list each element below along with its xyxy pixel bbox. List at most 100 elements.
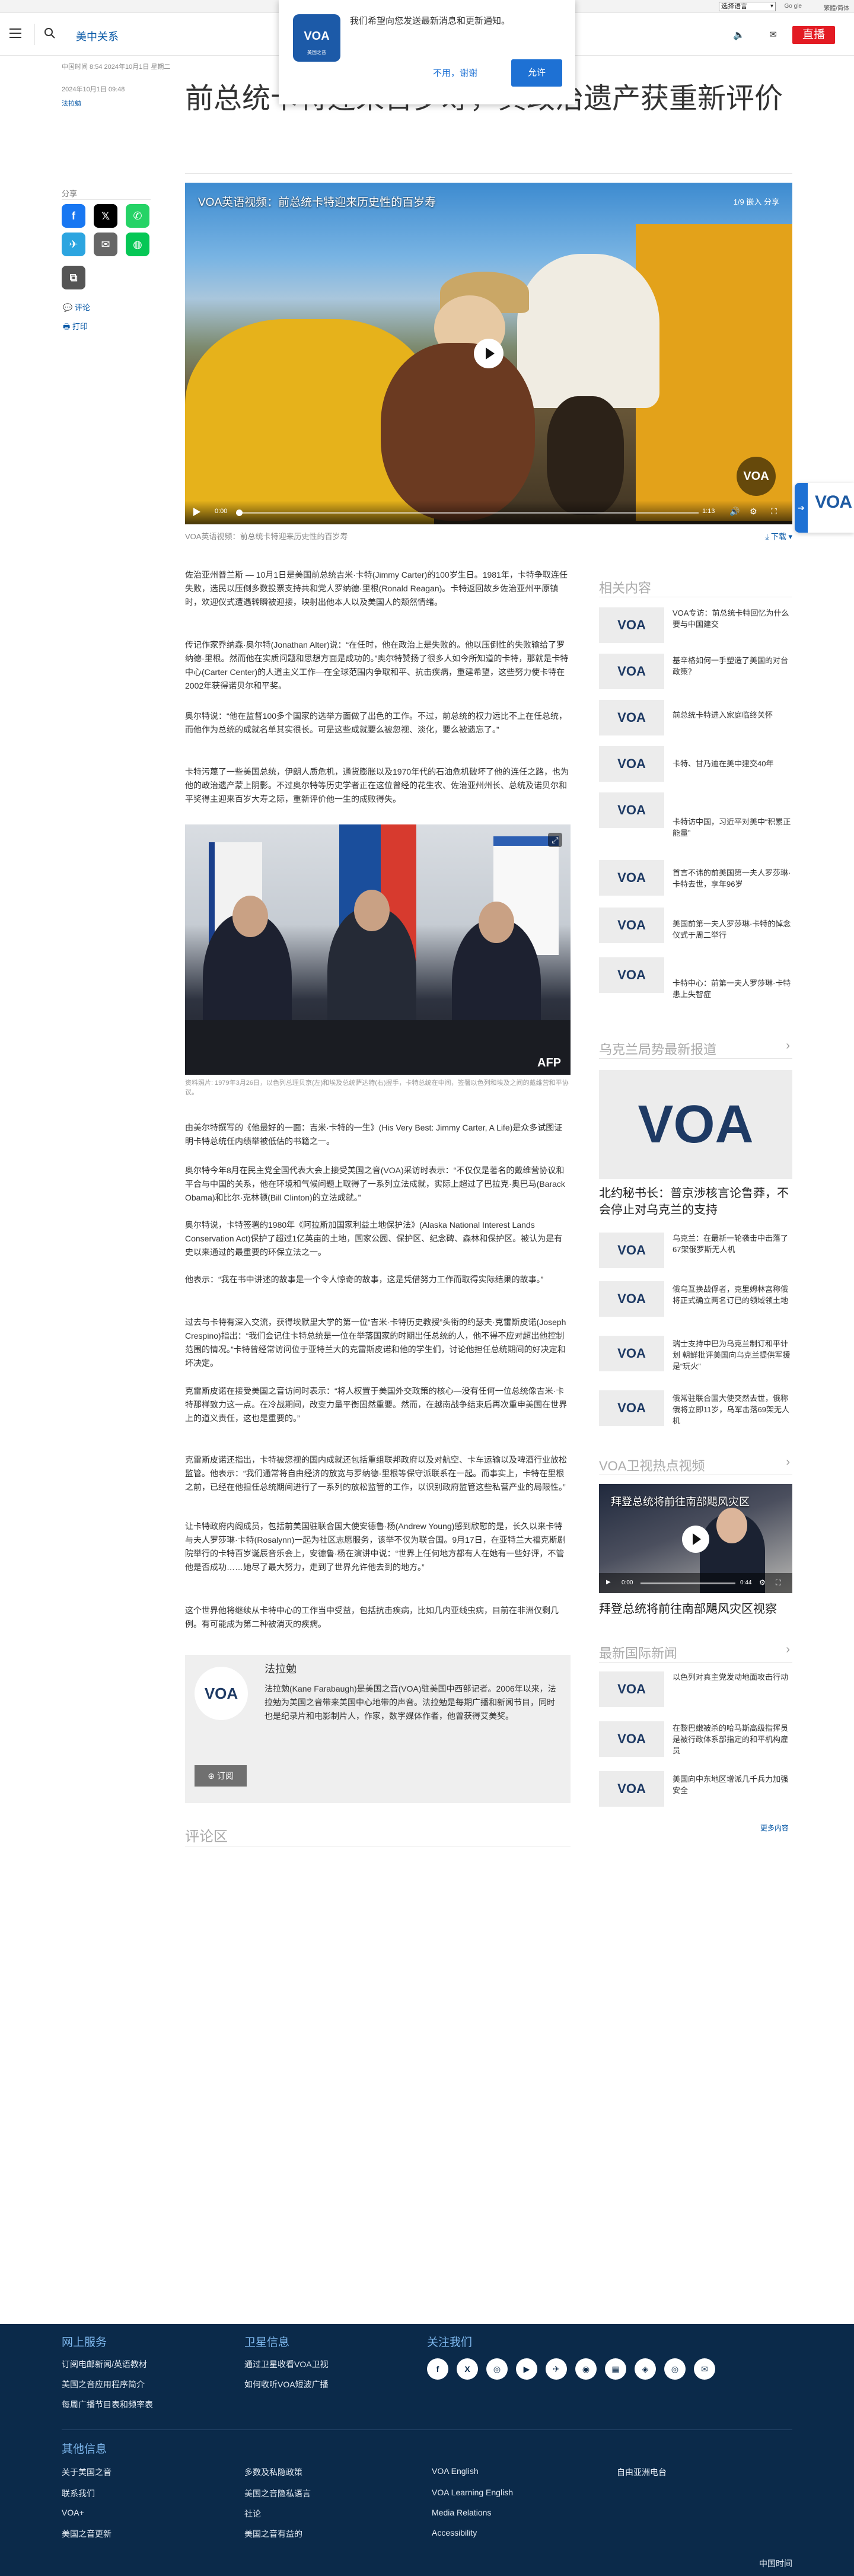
related-thumbnail[interactable]: VOA bbox=[599, 908, 664, 943]
copy-link-icon[interactable]: ⧉ bbox=[62, 266, 85, 289]
allow-button[interactable]: 允许 bbox=[511, 59, 562, 87]
intl-heading[interactable]: 最新国际新闻 › bbox=[599, 1643, 792, 1662]
comment-link[interactable]: 💬 评论 bbox=[63, 301, 90, 313]
footer-link[interactable]: 每周广播节目表和频率表 bbox=[62, 2399, 153, 2411]
search-icon[interactable] bbox=[44, 27, 56, 39]
related-link[interactable]: 前总统卡特进入家庭临终关怀 bbox=[673, 709, 791, 721]
related-thumbnail[interactable]: VOA bbox=[599, 957, 664, 993]
email-share-icon[interactable]: ✉ bbox=[94, 233, 117, 256]
related-thumbnail[interactable]: VOA bbox=[599, 860, 664, 896]
settings-icon[interactable]: ⚙ bbox=[750, 507, 757, 517]
video-progress-bar[interactable] bbox=[236, 512, 699, 514]
fullscreen-icon[interactable]: ⛶ bbox=[771, 507, 777, 517]
footer-link[interactable]: Media Relations bbox=[432, 2508, 491, 2517]
intl-link[interactable]: 以色列对真主党发动地面攻击行动 bbox=[673, 1671, 791, 1683]
settings-icon[interactable]: ⚙ bbox=[759, 1578, 766, 1587]
language-select[interactable]: 选择语言 bbox=[719, 2, 776, 11]
telegram-icon[interactable]: ✈ bbox=[546, 2358, 567, 2380]
line-share-icon[interactable]: ◍ bbox=[126, 233, 149, 256]
youtube-icon[interactable]: ▶ bbox=[516, 2358, 537, 2380]
expand-arrow-icon[interactable]: ➔ bbox=[795, 483, 808, 533]
footer-link[interactable]: 多数及私隐政策 bbox=[244, 2466, 302, 2478]
telegram-share-icon[interactable]: ✈ bbox=[62, 233, 85, 256]
related-thumbnail[interactable]: VOA bbox=[599, 654, 664, 689]
ukraine-thumbnail[interactable]: VOA bbox=[599, 1233, 664, 1268]
ukraine-link[interactable]: 俄常驻联合国大使突然去世，俄称俄将立即11岁，乌军击落69架无人机 bbox=[673, 1393, 791, 1426]
related-link[interactable]: 美国前第一夫人罗莎琳·卡特的悼念仪式于周二举行 bbox=[673, 918, 791, 941]
facebook-icon[interactable]: f bbox=[427, 2358, 448, 2380]
intl-thumbnail[interactable]: VOA bbox=[599, 1671, 664, 1707]
menu-icon[interactable] bbox=[9, 28, 21, 38]
ukraine-thumbnail[interactable]: VOA bbox=[599, 1281, 664, 1317]
audio-icon[interactable]: 🔈 bbox=[733, 29, 745, 41]
footer-link[interactable]: VOA English bbox=[432, 2466, 479, 2476]
play-icon[interactable]: ▶ bbox=[606, 1579, 611, 1585]
footer-link[interactable]: 订阅电邮新闻/英语教材 bbox=[62, 2358, 147, 2370]
video-embed-share[interactable]: 1/9 嵌入 分享 bbox=[734, 196, 779, 207]
footer-link[interactable]: 美国之音更新 bbox=[62, 2528, 111, 2540]
whatsapp-share-icon[interactable]: ✆ bbox=[126, 204, 149, 228]
video-hot-heading[interactable]: VOA卫视热点视频 › bbox=[599, 1456, 792, 1475]
x-share-icon[interactable]: 𝕏 bbox=[94, 204, 117, 228]
sidebar-video-caption[interactable]: 拜登总统将前往南部飓风灾区视察 bbox=[599, 1599, 792, 1616]
fullscreen-icon[interactable]: ⛶ bbox=[776, 1578, 780, 1587]
facebook-share-icon[interactable]: f bbox=[62, 204, 85, 228]
intl-thumbnail[interactable]: VOA bbox=[599, 1721, 664, 1757]
related-link[interactable]: 首言不讳的前美国第一夫人罗莎琳·卡特去世，享年96岁 bbox=[673, 867, 791, 890]
email-icon[interactable]: ✉ bbox=[694, 2358, 715, 2380]
footer-link[interactable]: 社论 bbox=[244, 2508, 261, 2520]
ukraine-feature-headline[interactable]: 北约秘书长：普京涉核言论鲁莽，不会停止对乌克兰的支持 bbox=[599, 1185, 792, 1218]
play-button[interactable] bbox=[474, 339, 504, 368]
related-thumbnail[interactable]: VOA bbox=[599, 746, 664, 782]
footer-link[interactable]: 美国之音有益的 bbox=[244, 2528, 302, 2540]
download-link[interactable]: ⤓ 下载 ▾ bbox=[765, 530, 792, 542]
ukraine-link[interactable]: 俄乌互换战俘者，克里姆林宫称俄将正式确立两名订已的领域领土地 bbox=[673, 1284, 791, 1306]
intl-thumbnail[interactable]: VOA bbox=[599, 1771, 664, 1807]
related-link[interactable]: VOA专访：前总统卡特回忆为什么要与中国建交 bbox=[673, 607, 791, 630]
author-link[interactable]: 法拉勉 bbox=[62, 98, 81, 108]
subscribe-button[interactable]: ⊕ 订阅 bbox=[195, 1765, 247, 1787]
sidebar-video-player[interactable]: 拜登总统将前往南部飓风灾区 ▶ 0:00 0:44 ⚙ ⛶ bbox=[599, 1484, 792, 1593]
footer-link[interactable]: 美国之音隐私语言 bbox=[244, 2488, 311, 2499]
related-thumbnail[interactable]: VOA bbox=[599, 607, 664, 643]
ukraine-link[interactable]: 瑞士支持中巴为乌克兰制订和平计划 朝鲜批评美国向乌克兰提供军援是“玩火” bbox=[673, 1338, 791, 1372]
related-thumbnail[interactable]: VOA bbox=[599, 700, 664, 735]
intl-link[interactable]: 美国向中东地区增派几千兵力加强安全 bbox=[673, 1773, 791, 1796]
related-thumbnail[interactable]: VOA bbox=[599, 792, 664, 828]
newsletter-icon[interactable]: ✉ bbox=[769, 29, 777, 40]
related-link[interactable]: 卡特访中国，习近平对美中“积累正能量” bbox=[673, 816, 791, 839]
footer-link[interactable]: 通过卫星收看VOA卫视 bbox=[244, 2358, 329, 2370]
ukraine-feature-thumbnail[interactable]: VOA bbox=[599, 1070, 792, 1179]
decline-button[interactable]: 不用，谢谢 bbox=[433, 66, 477, 79]
footer-link[interactable]: VOA+ bbox=[62, 2508, 84, 2517]
related-link[interactable]: 基辛格如何一手塑造了美国的对台政策？ bbox=[673, 655, 791, 677]
ukraine-thumbnail[interactable]: VOA bbox=[599, 1390, 664, 1426]
related-link[interactable]: 卡特中心：前第一夫人罗莎琳·卡特患上失智症 bbox=[673, 977, 791, 1000]
more-content-link[interactable]: 更多内容 bbox=[760, 1823, 789, 1833]
floating-player-widget[interactable]: ➔ VOA bbox=[795, 483, 854, 533]
section-link[interactable]: 美中关系 bbox=[76, 28, 119, 44]
ukraine-link[interactable]: 乌克兰：在最新一轮袭击中击落了67架俄罗斯无人机 bbox=[673, 1233, 791, 1255]
podcast-icon[interactable]: ◈ bbox=[635, 2358, 656, 2380]
expand-image-icon[interactable]: ⤢ bbox=[548, 833, 562, 847]
footer-link[interactable]: Accessibility bbox=[432, 2528, 477, 2537]
related-link[interactable]: 卡特、甘乃迪在美中建交40年 bbox=[673, 758, 791, 769]
footer-link[interactable]: VOA Learning English bbox=[432, 2488, 513, 2497]
volume-icon[interactable]: 🔊 bbox=[729, 507, 740, 517]
video-scrubber[interactable] bbox=[236, 510, 243, 516]
script-toggle-link[interactable]: 繁體/简体 bbox=[824, 3, 849, 12]
rss-icon[interactable]: ▦ bbox=[605, 2358, 626, 2380]
whatsapp-icon[interactable]: ◎ bbox=[486, 2358, 508, 2380]
line-icon[interactable]: ◎ bbox=[664, 2358, 686, 2380]
play-icon[interactable] bbox=[193, 508, 200, 516]
author-name[interactable]: 法拉勉 bbox=[265, 1661, 297, 1676]
intl-link[interactable]: 在黎巴嫩被杀的哈马斯高级指挥员是被行政体系部指定的和平机构雇员 bbox=[673, 1722, 791, 1756]
ukraine-heading[interactable]: 乌克兰局势最新报道 › bbox=[599, 1039, 792, 1058]
footer-link[interactable]: 如何收听VOA短波广播 bbox=[244, 2378, 329, 2390]
play-button[interactable] bbox=[682, 1526, 709, 1553]
footer-link[interactable]: 美国之音应用程序简介 bbox=[62, 2378, 145, 2390]
live-button[interactable]: 直播 bbox=[792, 26, 835, 44]
video-player[interactable]: VOA英语视频：前总统卡特迎来历史性的百岁寿 1/9 嵌入 分享 VOA 0:0… bbox=[185, 183, 792, 524]
footer-link[interactable]: 关于美国之音 bbox=[62, 2466, 111, 2478]
ukraine-thumbnail[interactable]: VOA bbox=[599, 1336, 664, 1371]
